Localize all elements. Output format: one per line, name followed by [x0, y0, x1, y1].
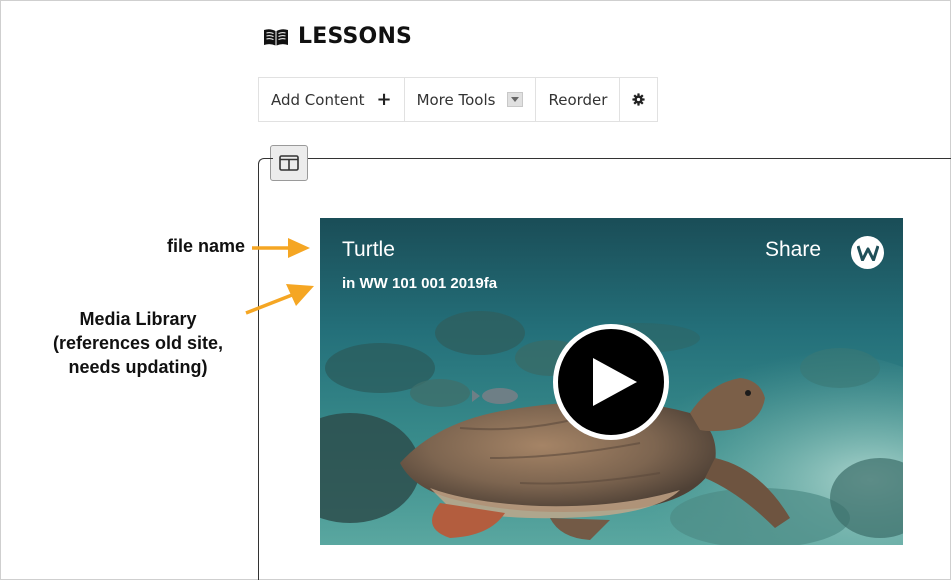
share-button[interactable]: Share [765, 238, 821, 262]
play-button[interactable] [553, 324, 669, 440]
reorder-label: Reorder [548, 90, 608, 109]
media-library-arrow [245, 284, 314, 315]
more-tools-button[interactable]: More Tools [405, 78, 537, 121]
section-border-left [258, 170, 259, 580]
add-content-label: Add Content [271, 90, 365, 109]
section-border-top [308, 158, 951, 159]
gear-icon [632, 93, 646, 106]
media-library-annotation: Media Library (references old site, need… [40, 307, 236, 379]
file-name-arrow [252, 238, 310, 258]
settings-button[interactable] [620, 78, 657, 121]
video-player[interactable]: Turtle in WW 101 001 2019fa Share [320, 218, 903, 545]
media-library-link[interactable]: in WW 101 001 2019fa [342, 275, 497, 292]
media-library-annotation-line: needs updating) [68, 357, 208, 377]
columns-icon [279, 155, 299, 171]
add-content-button[interactable]: Add Content + [259, 78, 405, 121]
dropdown-arrow-icon [507, 92, 524, 107]
file-name-annotation: file name [166, 236, 245, 256]
plus-icon: + [376, 88, 392, 110]
column-layout-toggle[interactable] [270, 145, 308, 181]
open-book-icon [264, 28, 288, 45]
more-tools-label: More Tools [416, 90, 496, 109]
play-icon [593, 358, 637, 406]
page-title: LESSONS [298, 24, 413, 49]
media-library-annotation-line: Media Library [79, 309, 197, 329]
video-title[interactable]: Turtle [342, 238, 395, 262]
section-border-corner [258, 158, 273, 171]
lessons-header: LESSONS [263, 24, 412, 49]
reorder-button[interactable]: Reorder [536, 78, 621, 121]
w-logo-icon[interactable] [851, 236, 884, 269]
lessons-toolbar: Add Content + More Tools Reorder [258, 77, 659, 122]
media-library-annotation-line: (references old site, [52, 333, 224, 353]
